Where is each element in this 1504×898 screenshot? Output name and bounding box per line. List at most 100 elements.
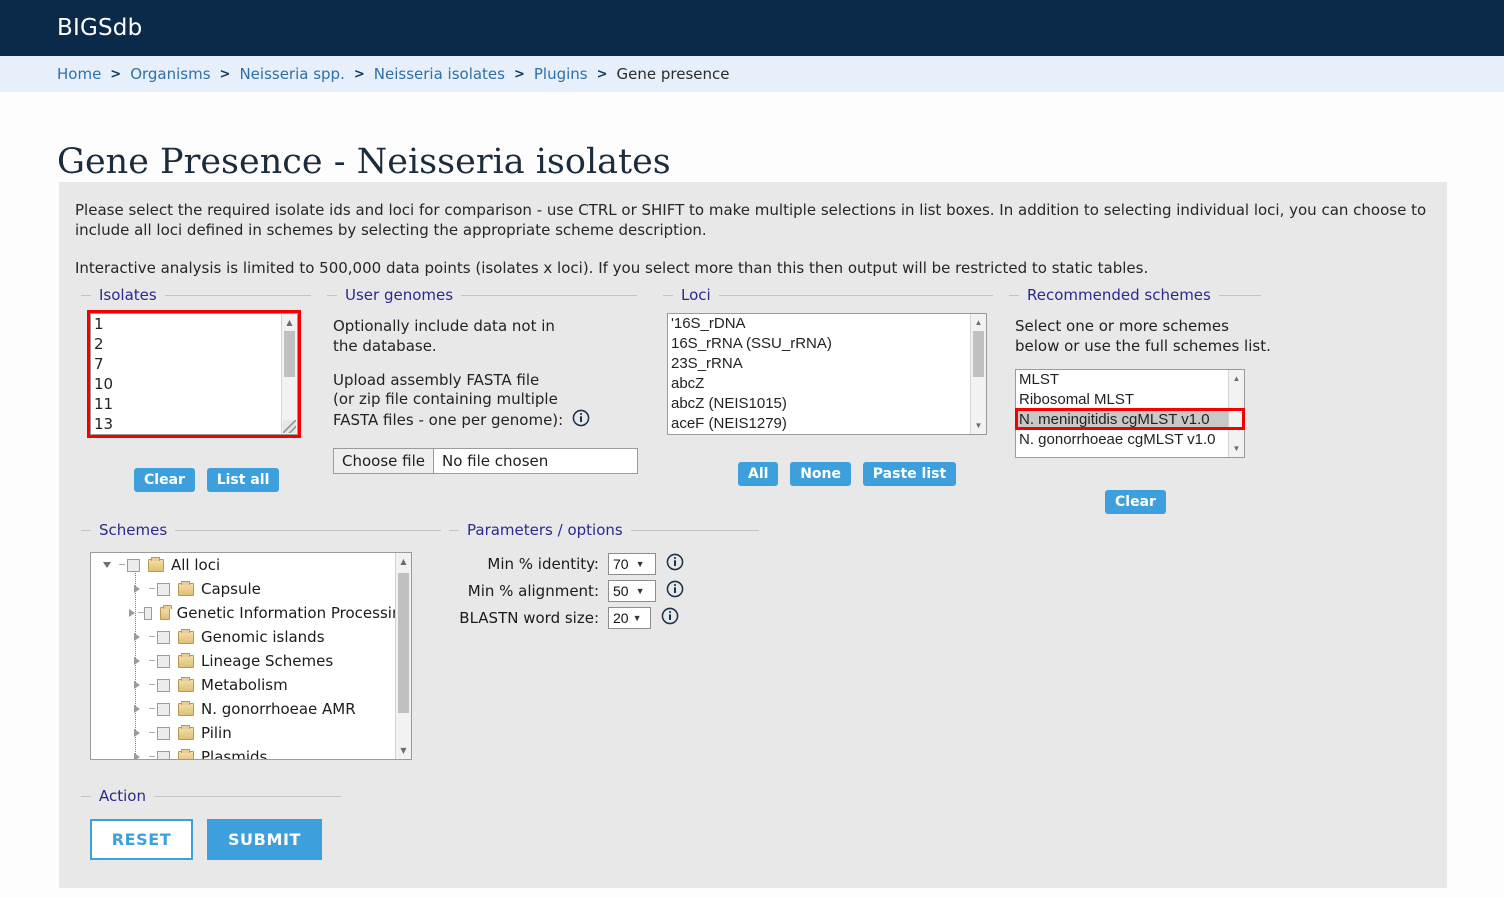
- min-identity-select[interactable]: 70 ▼: [608, 552, 656, 575]
- choose-file-button[interactable]: Choose file: [334, 449, 434, 473]
- schemes-tree[interactable]: ┄ All loci ┄ Capsule ┄ Genetic Informati…: [90, 552, 412, 760]
- blastn-word-size-info-icon[interactable]: [661, 607, 679, 629]
- recommended-schemes-clear-button[interactable]: Clear: [1105, 490, 1166, 514]
- list-item[interactable]: 2: [91, 334, 297, 354]
- folder-icon: [178, 580, 194, 596]
- list-item[interactable]: '16S_rDNA: [668, 314, 986, 334]
- tree-node-metabolism[interactable]: ┄ Metabolism: [91, 673, 411, 697]
- recommended-schemes-legend: Recommended schemes: [1027, 286, 1211, 304]
- upload-info-icon[interactable]: [572, 409, 590, 432]
- loci-all-button[interactable]: All: [738, 462, 779, 486]
- list-item-selected[interactable]: N. meningitidis cgMLST v1.0: [1016, 410, 1244, 430]
- list-item[interactable]: achA (NEIS1797): [668, 434, 986, 435]
- scroll-up-icon[interactable]: ▲: [282, 315, 297, 330]
- tree-checkbox[interactable]: [157, 702, 170, 716]
- schemes-tree-scrollbar[interactable]: ▲ ▼: [395, 553, 411, 759]
- tree-checkbox[interactable]: [157, 582, 170, 596]
- min-identity-info-icon[interactable]: [666, 553, 684, 575]
- isolates-scrollbar[interactable]: ▲ ▼: [281, 314, 297, 434]
- tree-checkbox[interactable]: [127, 558, 140, 572]
- tree-node-all-loci[interactable]: ┄ All loci: [91, 553, 411, 577]
- tree-node-plasmids[interactable]: ┄ Plasmids: [91, 745, 411, 759]
- chevron-right-icon[interactable]: [127, 729, 147, 737]
- list-item[interactable]: MLST: [1016, 370, 1244, 390]
- folder-icon: [178, 748, 194, 759]
- tree-node-genetic-information-processing[interactable]: ┄ Genetic Information Processing: [91, 601, 411, 625]
- select-value: 50: [613, 582, 629, 599]
- scroll-down-icon[interactable]: ▼: [971, 418, 986, 433]
- toolbar: Help: [0, 92, 1504, 212]
- chevron-right-icon[interactable]: [127, 609, 138, 617]
- reset-button[interactable]: RESET: [90, 819, 193, 860]
- chevron-right-icon[interactable]: [127, 705, 147, 713]
- list-item[interactable]: 13: [91, 414, 297, 434]
- breadcrumb-item-organisms[interactable]: Organisms: [130, 65, 210, 83]
- tree-dash: ┄: [148, 583, 156, 595]
- breadcrumb-item-plugins[interactable]: Plugins: [534, 65, 588, 83]
- recommended-schemes-listbox[interactable]: MLST Ribosomal MLST N. meningitidis cgML…: [1015, 369, 1245, 458]
- list-item[interactable]: aceF (NEIS1279): [668, 414, 986, 434]
- recommended-schemes-scrollbar[interactable]: ▲ ▼: [1228, 370, 1244, 457]
- tree-node-n-gonorrhoeae-amr[interactable]: ┄ N. gonorrhoeae AMR: [91, 697, 411, 721]
- tree-checkbox[interactable]: [143, 606, 152, 620]
- tree-node-capsule[interactable]: ┄ Capsule: [91, 577, 411, 601]
- loci-listbox[interactable]: '16S_rDNA 16S_rRNA (SSU_rRNA) 23S_rRNA a…: [667, 313, 987, 435]
- scroll-down-icon[interactable]: ▼: [396, 743, 411, 758]
- upload-line-1: Upload assembly FASTA file: [333, 371, 540, 389]
- submit-button[interactable]: SUBMIT: [207, 819, 322, 860]
- scrollbar-thumb[interactable]: [284, 331, 295, 377]
- chevron-right-icon[interactable]: [127, 633, 147, 641]
- list-item[interactable]: 7: [91, 354, 297, 374]
- param-row-min-alignment: Min % alignment: 50 ▼: [449, 577, 684, 604]
- scroll-up-icon[interactable]: ▲: [971, 315, 986, 330]
- chevron-right-icon[interactable]: [127, 753, 147, 759]
- param-row-blastn-word-size: BLASTN word size: 20 ▼: [449, 604, 684, 631]
- isolates-clear-button[interactable]: Clear: [134, 468, 195, 492]
- app-brand: BIGSdb: [57, 15, 143, 41]
- tree-checkbox[interactable]: [157, 678, 170, 692]
- scrollbar-thumb[interactable]: [973, 331, 984, 377]
- list-item[interactable]: 16S_rRNA (SSU_rRNA): [668, 334, 986, 354]
- list-item[interactable]: 11: [91, 394, 297, 414]
- list-item[interactable]: 19: [91, 434, 297, 435]
- breadcrumb-item-neisseria-isolates[interactable]: Neisseria isolates: [374, 65, 505, 83]
- tree-checkbox[interactable]: [157, 654, 170, 668]
- list-item[interactable]: Ribosomal MLST: [1016, 390, 1244, 410]
- list-item[interactable]: N. gonorrhoeae cgMLST v1.0: [1016, 430, 1244, 450]
- min-alignment-select[interactable]: 50 ▼: [608, 579, 656, 602]
- list-item[interactable]: 10: [91, 374, 297, 394]
- chevron-down-icon[interactable]: [97, 562, 117, 568]
- scrollbar-thumb[interactable]: [398, 573, 409, 713]
- select-value: 20: [613, 609, 629, 626]
- breadcrumb-item-home[interactable]: Home: [57, 65, 101, 83]
- chevron-right-icon[interactable]: [127, 681, 147, 689]
- isolates-list-all-button[interactable]: List all: [206, 468, 280, 492]
- loci-scrollbar[interactable]: ▲ ▼: [970, 314, 986, 434]
- folder-icon: [148, 556, 164, 572]
- loci-paste-list-button[interactable]: Paste list: [862, 462, 957, 486]
- scroll-down-icon[interactable]: ▼: [1229, 441, 1244, 456]
- list-item[interactable]: abcZ: [668, 374, 986, 394]
- chevron-right-icon[interactable]: [127, 585, 147, 593]
- user-genomes-file-input[interactable]: Choose file No file chosen: [333, 448, 638, 474]
- breadcrumb-item-neisseria-spp[interactable]: Neisseria spp.: [239, 65, 344, 83]
- tree-node-pilin[interactable]: ┄ Pilin: [91, 721, 411, 745]
- tree-checkbox[interactable]: [157, 750, 170, 759]
- loci-none-button[interactable]: None: [790, 462, 852, 486]
- list-item[interactable]: abcZ (NEIS1015): [668, 394, 986, 414]
- isolates-listbox[interactable]: 1 2 7 10 11 13 19 ▲ ▼: [90, 313, 298, 435]
- resize-handle[interactable]: [283, 420, 296, 433]
- tree-checkbox[interactable]: [157, 726, 170, 740]
- chevron-right-icon[interactable]: [127, 657, 147, 665]
- scroll-up-icon[interactable]: ▲: [1229, 371, 1244, 386]
- tree-checkbox[interactable]: [157, 630, 170, 644]
- tree-node-lineage-schemes[interactable]: ┄ Lineage Schemes: [91, 649, 411, 673]
- tree-node-label: Genetic Information Processing: [176, 604, 411, 622]
- breadcrumb-separator: >: [219, 66, 231, 82]
- list-item[interactable]: 1: [91, 314, 297, 334]
- tree-node-genomic-islands[interactable]: ┄ Genomic islands: [91, 625, 411, 649]
- min-alignment-info-icon[interactable]: [666, 580, 684, 602]
- scroll-up-icon[interactable]: ▲: [396, 554, 411, 569]
- list-item[interactable]: 23S_rRNA: [668, 354, 986, 374]
- blastn-word-size-select[interactable]: 20 ▼: [608, 606, 651, 629]
